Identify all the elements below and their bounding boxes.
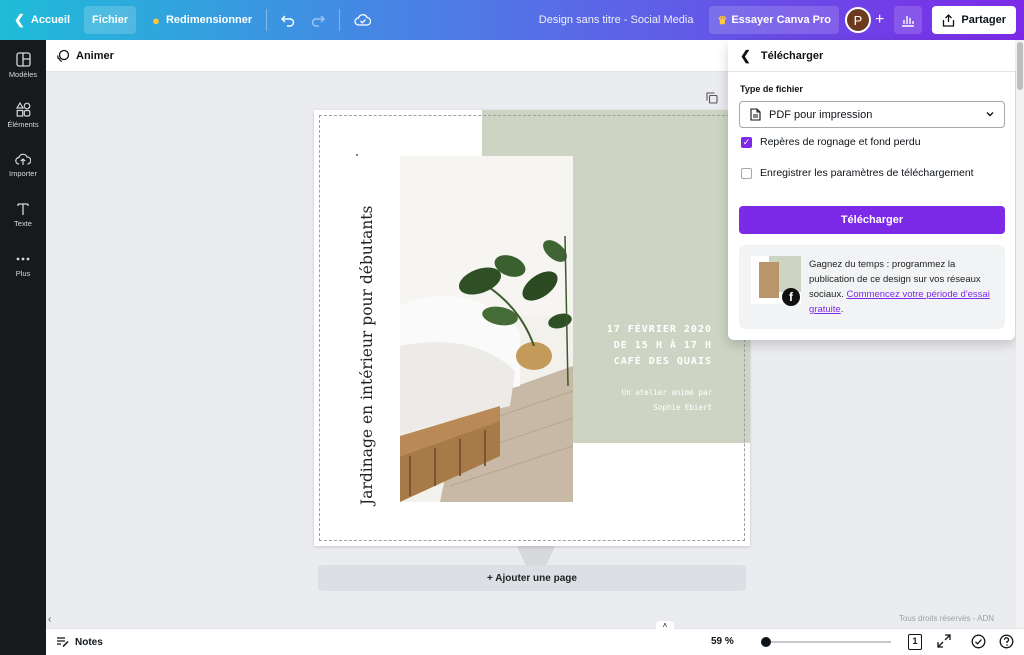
file-type-label: Type de fichier <box>740 84 803 94</box>
add-page-button[interactable]: + Ajouter une page <box>318 565 746 591</box>
download-panel-title: Télécharger <box>760 49 824 62</box>
resize-button[interactable]: ● Redimensionner <box>144 6 260 34</box>
sidebar-item-label: Importer <box>9 169 37 178</box>
templates-icon <box>15 51 31 67</box>
share-label: Partager <box>961 14 1006 26</box>
zoom-slider-knob[interactable] <box>761 637 771 647</box>
pro-label: Essayer Canva Pro <box>731 14 832 26</box>
crown-icon: ♛ <box>717 14 728 27</box>
checkbox-unchecked[interactable] <box>741 167 752 179</box>
scrollbar-thumb[interactable] <box>1017 42 1023 90</box>
schedule-promo-card: f Gagnez du temps : programmez la public… <box>739 245 1005 329</box>
home-button[interactable]: ❮ Accueil <box>6 6 78 34</box>
animate-button[interactable]: Animer <box>56 49 114 63</box>
event-time: DE 15 H À 17 H <box>613 340 712 351</box>
file-menu-button[interactable]: Fichier <box>84 6 137 34</box>
redo-button[interactable] <box>303 6 333 34</box>
insights-button[interactable] <box>894 6 923 34</box>
zoom-slider-track[interactable] <box>761 641 891 643</box>
save-settings-label: Enregistrer les paramètres de télécharge… <box>760 167 974 179</box>
crop-marks-checkbox-row[interactable]: ✓ Repères de rognage et fond perdu <box>741 136 921 148</box>
undo-button[interactable] <box>273 6 303 34</box>
design-page[interactable]: Jardinage en intérieur pour débutants 17… <box>314 110 750 546</box>
animate-label: Animer <box>76 49 114 62</box>
duplicate-page-icon[interactable] <box>706 92 718 104</box>
try-pro-button[interactable]: ♛ Essayer Canva Pro <box>709 6 840 34</box>
document-title[interactable]: Design sans titre - Social Media <box>539 14 694 26</box>
file-label: Fichier <box>92 14 129 26</box>
bar-chart-icon <box>902 16 915 27</box>
sidebar-item-elements[interactable]: Éléments <box>0 90 46 140</box>
sidebar-item-templates[interactable]: Modèles <box>0 40 46 90</box>
notes-button[interactable]: Notes <box>56 636 103 648</box>
promo-text: Gagnez du temps : programmez la publicat… <box>809 257 999 317</box>
fullscreen-icon[interactable] <box>937 634 951 648</box>
cloud-save-button[interactable] <box>346 6 380 34</box>
event-credit[interactable]: Un atelier animé par Sophie Ebiert <box>622 385 712 415</box>
cloud-check-icon <box>354 14 372 26</box>
event-date: 17 FÉVRIER 2020 <box>606 324 712 335</box>
undo-icon <box>281 15 295 27</box>
file-type-select[interactable]: PDF pour impression <box>739 101 1005 128</box>
crop-marks-label: Repères de rognage et fond perdu <box>760 136 921 148</box>
credit-line: Un atelier animé par <box>621 388 712 397</box>
crown-icon: ● <box>152 12 160 28</box>
page-count-button[interactable]: 1 <box>908 634 922 650</box>
file-type-value: PDF pour impression <box>769 108 873 121</box>
chevron-up-icon[interactable]: ˄ <box>656 621 674 631</box>
thumb-photo <box>759 262 779 298</box>
notes-icon <box>57 637 69 648</box>
more-icon <box>16 257 30 261</box>
sidebar-item-label: Plus <box>15 269 31 278</box>
zoom-level[interactable]: 59 % <box>711 636 734 647</box>
avatar[interactable]: P <box>845 7 872 33</box>
divider <box>266 9 268 31</box>
check-circle-icon[interactable] <box>971 634 986 649</box>
chevron-down-icon <box>986 112 994 117</box>
back-arrow-icon[interactable]: ❮ <box>740 48 751 64</box>
divider <box>339 9 341 31</box>
animate-icon <box>57 49 70 62</box>
save-settings-checkbox-row[interactable]: Enregistrer les paramètres de télécharge… <box>741 167 974 179</box>
sidebar-item-more[interactable]: Plus <box>0 240 46 290</box>
chevron-left-icon: ❮ <box>14 12 25 27</box>
credit-line: Sophie Ebiert <box>653 403 712 412</box>
share-button[interactable]: Partager <box>932 6 1016 34</box>
download-panel: ❮ Télécharger Type de fichier PDF pour i… <box>728 40 1015 340</box>
notes-label: Notes <box>75 636 103 648</box>
top-bar: ❮ Accueil Fichier ● Redimensionner Desig… <box>0 0 1024 40</box>
download-button[interactable]: Télécharger <box>739 206 1005 234</box>
facebook-icon: f <box>782 288 800 306</box>
redo-icon <box>311 15 326 27</box>
bottom-bar: ˄ Notes 59 % 1 <box>46 621 1024 655</box>
share-icon <box>943 13 955 27</box>
left-sidebar: Modèles Éléments Importer Texte Plus <box>0 40 46 655</box>
text-icon <box>17 203 29 215</box>
sidebar-item-text[interactable]: Texte <box>0 190 46 240</box>
add-collaborator-icon[interactable]: + <box>875 11 884 29</box>
event-info[interactable]: 17 FÉVRIER 2020 DE 15 H À 17 H CAFÉ DES … <box>607 322 712 370</box>
elements-icon <box>15 101 30 117</box>
download-panel-header: ❮ Télécharger <box>728 40 1015 72</box>
document-icon <box>750 108 761 121</box>
sidebar-item-label: Modèles <box>8 69 38 79</box>
upload-icon <box>15 153 31 165</box>
decorative-dot <box>356 154 358 156</box>
sidebar-item-label: Texte <box>14 219 32 228</box>
sidebar-item-label: Éléments <box>7 119 39 129</box>
event-place: CAFÉ DES QUAIS <box>613 356 712 367</box>
help-icon[interactable] <box>999 634 1014 649</box>
checkbox-checked[interactable]: ✓ <box>741 136 752 148</box>
vertical-scrollbar[interactable] <box>1016 40 1024 628</box>
sidebar-item-upload[interactable]: Importer <box>0 140 46 190</box>
resize-label: Redimensionner <box>165 14 253 26</box>
home-label: Accueil <box>30 14 71 26</box>
copyright-text: Tous droits réservés - ADN <box>898 614 994 623</box>
scroll-left-arrow-icon[interactable]: ‹ <box>48 614 51 625</box>
promo-end: . <box>840 304 844 315</box>
design-vertical-title[interactable]: Jardinage en intérieur pour débutants <box>358 206 376 505</box>
